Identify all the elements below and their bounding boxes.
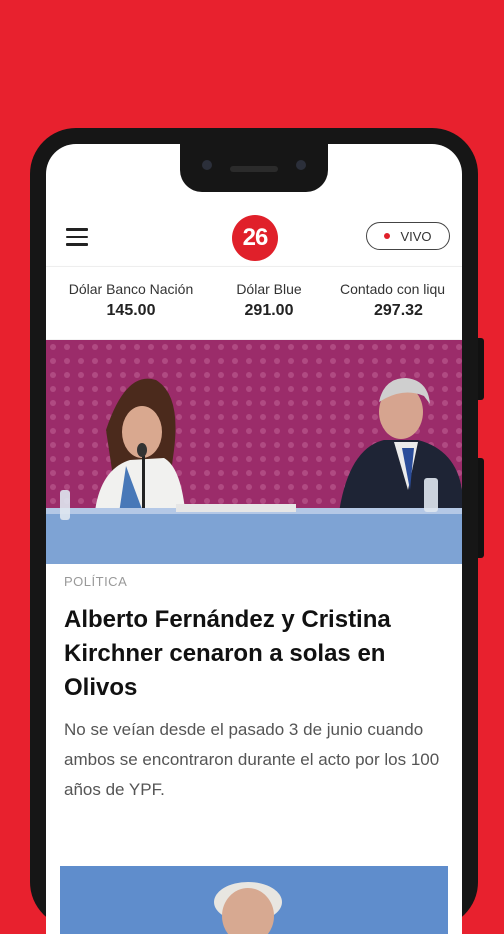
- live-dot-icon: [384, 233, 391, 239]
- article-card[interactable]: POLÍTICA Alberto Fernández y Cristina Ki…: [64, 574, 444, 805]
- camera-icon: [202, 160, 212, 170]
- next-article-image[interactable]: [60, 866, 448, 934]
- camera-icon: [296, 160, 306, 170]
- hero-photo: [46, 340, 462, 564]
- ticker-value: 297.32: [374, 302, 423, 319]
- next-article-photo: [60, 866, 448, 934]
- ticker-label: Dólar Banco Nación: [68, 281, 194, 297]
- logo-text: 26: [242, 224, 269, 251]
- live-button[interactable]: VIVO: [366, 222, 450, 250]
- app-header: 26 VIVO: [46, 210, 462, 266]
- article-category[interactable]: POLÍTICA: [64, 574, 444, 589]
- ticker-label: Contado con liqu: [340, 281, 446, 297]
- ticker-item[interactable]: Dólar Blue 291.00: [222, 281, 316, 320]
- volume-button: [478, 338, 484, 400]
- article-hero-image[interactable]: [46, 340, 462, 564]
- currency-ticker[interactable]: Dólar Banco Nación 145.00 Dólar Blue 291…: [46, 266, 462, 339]
- ticker-label: Dólar Blue: [236, 281, 302, 297]
- app-screen: 26 VIVO Dólar Banco Nación 145.00 Dólar …: [46, 144, 462, 934]
- phone-frame: 26 VIVO Dólar Banco Nación 145.00 Dólar …: [30, 128, 484, 934]
- article-summary: No se veían desde el pasado 3 de junio c…: [64, 720, 440, 799]
- power-button: [478, 458, 484, 558]
- live-label: VIVO: [400, 228, 432, 244]
- phone-notch: [180, 144, 328, 192]
- hamburger-icon[interactable]: [66, 228, 88, 246]
- speaker-grille: [230, 166, 278, 172]
- brand-logo[interactable]: 26: [232, 215, 278, 261]
- ticker-item[interactable]: Dólar Banco Nación 145.00: [60, 281, 202, 320]
- article-headline[interactable]: Alberto Fernández y Cristina Kirchner ce…: [64, 603, 444, 705]
- ticker-value: 145.00: [106, 302, 156, 319]
- ticker-value: 291.00: [244, 302, 294, 319]
- ticker-item[interactable]: Contado con liqu 297.32: [340, 281, 462, 320]
